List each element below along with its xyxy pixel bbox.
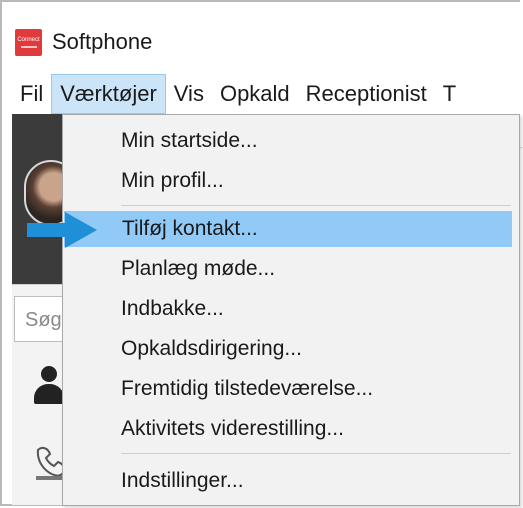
app-logo: Connect xyxy=(15,28,42,56)
app-logo-text: Connect xyxy=(17,36,40,43)
menu-item-planlaeg-moede[interactable]: Planlæg møde... xyxy=(63,251,519,287)
menu-fil[interactable]: Fil xyxy=(12,74,51,114)
pointer-arrow-icon xyxy=(27,212,97,248)
menu-item-aktivitets-viderestilling[interactable]: Aktivitets viderestilling... xyxy=(63,411,519,447)
menu-item-indbakke[interactable]: Indbakke... xyxy=(63,291,519,327)
menu-opkald[interactable]: Opkald xyxy=(212,74,298,114)
menu-item-indstillinger[interactable]: Indstillinger... xyxy=(63,463,519,499)
menu-item-fremtidig-tilstedevaerelse[interactable]: Fremtidig tilstedeværelse... xyxy=(63,371,519,407)
title-bar: Connect Softphone xyxy=(12,22,152,62)
menu-vaerktoejer[interactable]: Værktøjer xyxy=(51,74,166,114)
menu-item-opkaldsdirigering[interactable]: Opkaldsdirigering... xyxy=(63,331,519,367)
menu-item-min-profil[interactable]: Min profil... xyxy=(63,163,519,199)
menu-item-min-startside[interactable]: Min startside... xyxy=(63,123,519,159)
phone-icon[interactable] xyxy=(32,444,66,484)
menu-receptionist[interactable]: Receptionist xyxy=(298,74,435,114)
tools-dropdown-menu: Min startside... Min profil... Tilføj ko… xyxy=(62,114,520,506)
menu-truncated[interactable]: T xyxy=(435,74,464,114)
window-title: Softphone xyxy=(52,29,153,54)
menu-separator xyxy=(121,453,511,454)
menu-vis[interactable]: Vis xyxy=(166,74,212,114)
menu-bar: Fil Værktøjer Vis Opkald Receptionist T xyxy=(12,74,464,114)
contact-person-icon[interactable] xyxy=(34,366,64,408)
menu-separator xyxy=(121,205,511,206)
menu-item-tilfoej-kontakt[interactable]: Tilføj kontakt... xyxy=(64,211,512,247)
